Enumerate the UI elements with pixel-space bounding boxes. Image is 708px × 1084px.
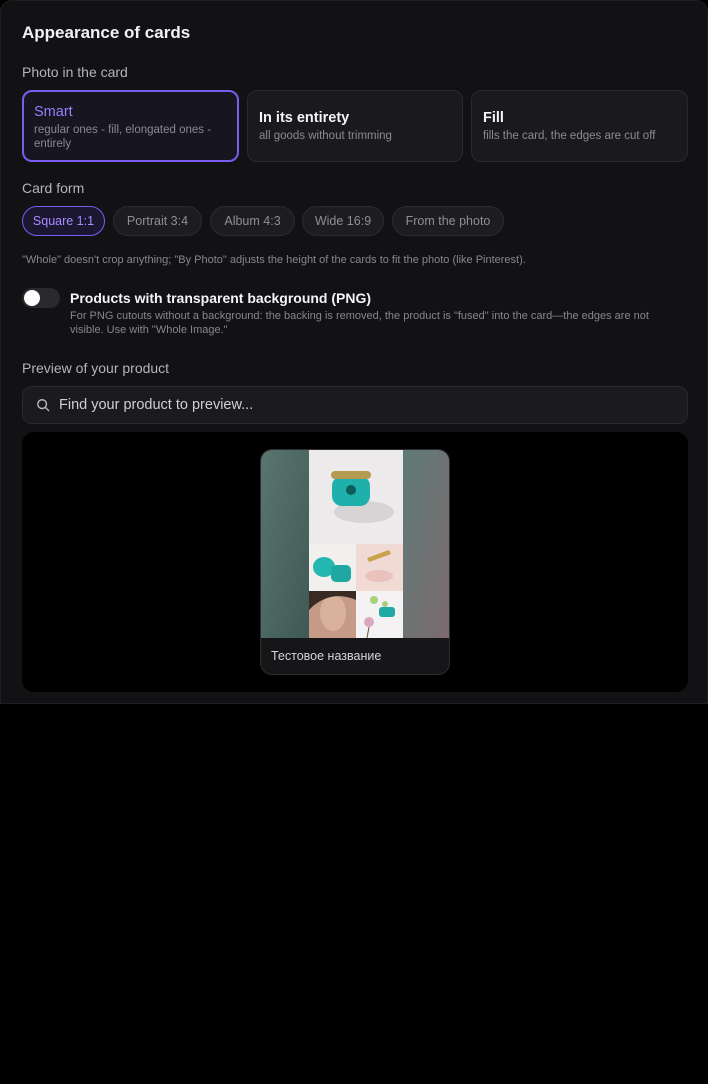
- card-form-wide[interactable]: Wide 16:9: [302, 206, 384, 236]
- png-toggle-desc: For PNG cutouts without a background: th…: [70, 310, 649, 336]
- card-form-label: Card form: [22, 180, 85, 196]
- card-form-hint: "Whole" doesn't crop anything; "By Photo…: [22, 254, 526, 266]
- png-toggle-title: Products with transparent background (PN…: [70, 290, 372, 306]
- product-card-name: Тестовое название: [271, 649, 382, 663]
- panel-title: Appearance of cards: [22, 23, 191, 42]
- search-input[interactable]: [59, 397, 687, 413]
- preview-area: Тестовое название: [22, 432, 688, 692]
- toggle-knob: [24, 290, 40, 306]
- photo-option-title: Smart: [34, 104, 73, 120]
- photo-option-title: In its entirety: [259, 110, 350, 126]
- photo-option-desc: all goods without trimming: [259, 130, 392, 142]
- appearance-panel: Appearance of cards Photo in the card Sm…: [0, 0, 708, 704]
- card-form-portrait[interactable]: Portrait 3:4: [113, 206, 202, 236]
- photo-option-desc: fills the card, the edges are cut off: [483, 130, 656, 142]
- card-form-square[interactable]: Square 1:1: [22, 206, 105, 236]
- card-form-from-photo[interactable]: From the photo: [392, 206, 504, 236]
- photo-option-entirety[interactable]: In its entirety all goods without trimmi…: [247, 90, 463, 162]
- card-form-album[interactable]: Album 4:3: [210, 206, 295, 236]
- photo-option-smart[interactable]: Smart regular ones - fill, elongated one…: [22, 90, 239, 162]
- preview-label: Preview of your product: [22, 360, 170, 376]
- search-icon: [37, 399, 50, 412]
- product-image: [261, 450, 449, 638]
- photo-option-fill[interactable]: Fill fills the card, the edges are cut o…: [471, 90, 688, 162]
- photo-option-title: Fill: [483, 110, 504, 126]
- product-card[interactable]: Тестовое название: [260, 449, 450, 675]
- photo-option-desc: regular ones - fill, elongated ones - en…: [34, 124, 212, 150]
- preview-search[interactable]: [22, 386, 688, 424]
- photo-in-card-label: Photo in the card: [22, 64, 128, 80]
- png-toggle[interactable]: [22, 288, 60, 308]
